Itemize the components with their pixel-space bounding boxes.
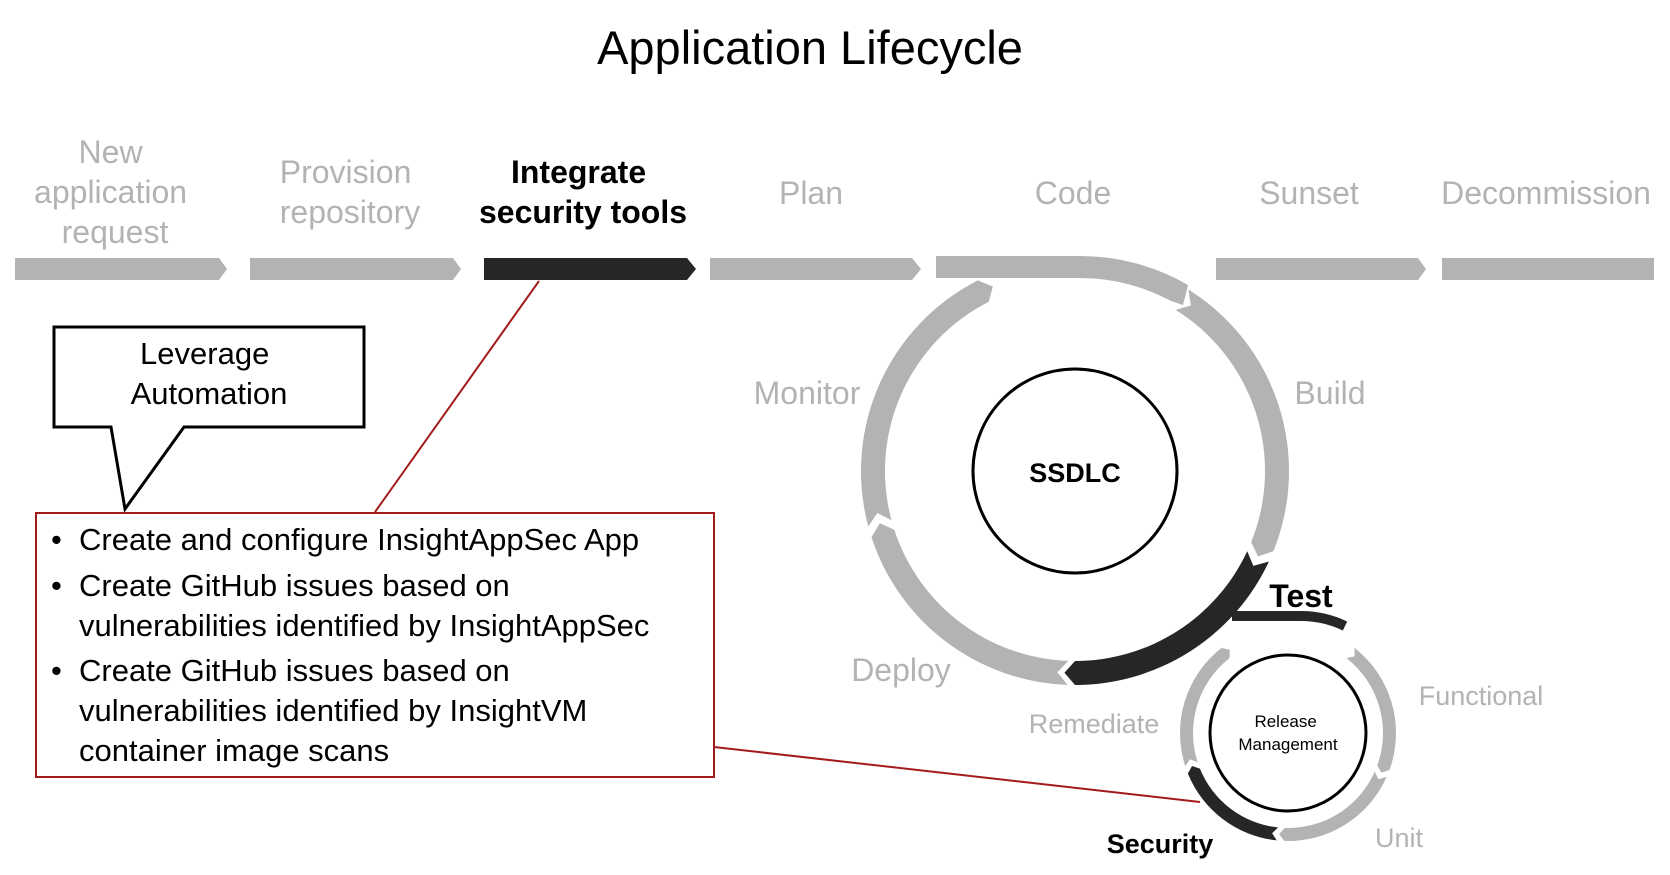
stage-label-decommission: Decommission — [1441, 175, 1651, 211]
ssdlc-arc-monitor[interactable] — [860, 280, 993, 527]
rm-phase-security: Security — [1107, 829, 1214, 859]
ssdlc-phase-deploy: Deploy — [851, 652, 951, 688]
application-lifecycle-diagram: Application Lifecycle New application re… — [15, 21, 1654, 859]
connector-line-integrate-to-box — [374, 280, 540, 513]
stage-label-provision-repository: Provision repository — [280, 154, 421, 230]
connector-line-box-to-security — [713, 746, 1201, 803]
test-connector — [1232, 610, 1348, 631]
stage-arrow-sunset[interactable] — [1216, 258, 1426, 280]
stage-labels: New application request Provision reposi… — [34, 134, 1651, 250]
ssdlc-center-label: SSDLC — [1029, 458, 1121, 488]
stage-arrow-integrate-security-tools[interactable] — [484, 258, 696, 280]
bullet-item-1: Create and configure InsightAppSec App — [79, 522, 639, 557]
ssdlc-arc-build[interactable] — [1175, 289, 1289, 557]
stage-arrow-new-application-request[interactable] — [15, 258, 227, 280]
bullet-dot: • — [51, 653, 62, 688]
stage-arrow-provision-repository[interactable] — [250, 258, 461, 280]
ssdlc-phase-test: Test — [1269, 578, 1333, 614]
stage-arrow-plan[interactable] — [710, 258, 921, 280]
stage-arrows — [15, 255, 1654, 305]
rm-phase-remediate: Remediate — [1029, 709, 1160, 739]
page-title: Application Lifecycle — [597, 21, 1023, 74]
release-management-center-circle — [1208, 653, 1368, 813]
stage-arrow-decommission[interactable] — [1442, 258, 1654, 280]
bullet-dot: • — [51, 522, 62, 557]
ssdlc-phase-build: Build — [1294, 375, 1365, 411]
stage-label-new-application-request: New application request — [34, 134, 196, 250]
stage-label-sunset: Sunset — [1259, 175, 1359, 211]
stage-label-integrate-security-tools: Integrate security tools — [479, 154, 687, 230]
ssdlc-phase-monitor: Monitor — [754, 375, 861, 411]
bullet-dot: • — [51, 568, 62, 603]
rm-phase-functional: Functional — [1419, 681, 1544, 711]
rm-phase-unit: Unit — [1375, 823, 1424, 853]
stage-label-plan: Plan — [779, 175, 843, 211]
stage-label-code: Code — [1035, 175, 1112, 211]
